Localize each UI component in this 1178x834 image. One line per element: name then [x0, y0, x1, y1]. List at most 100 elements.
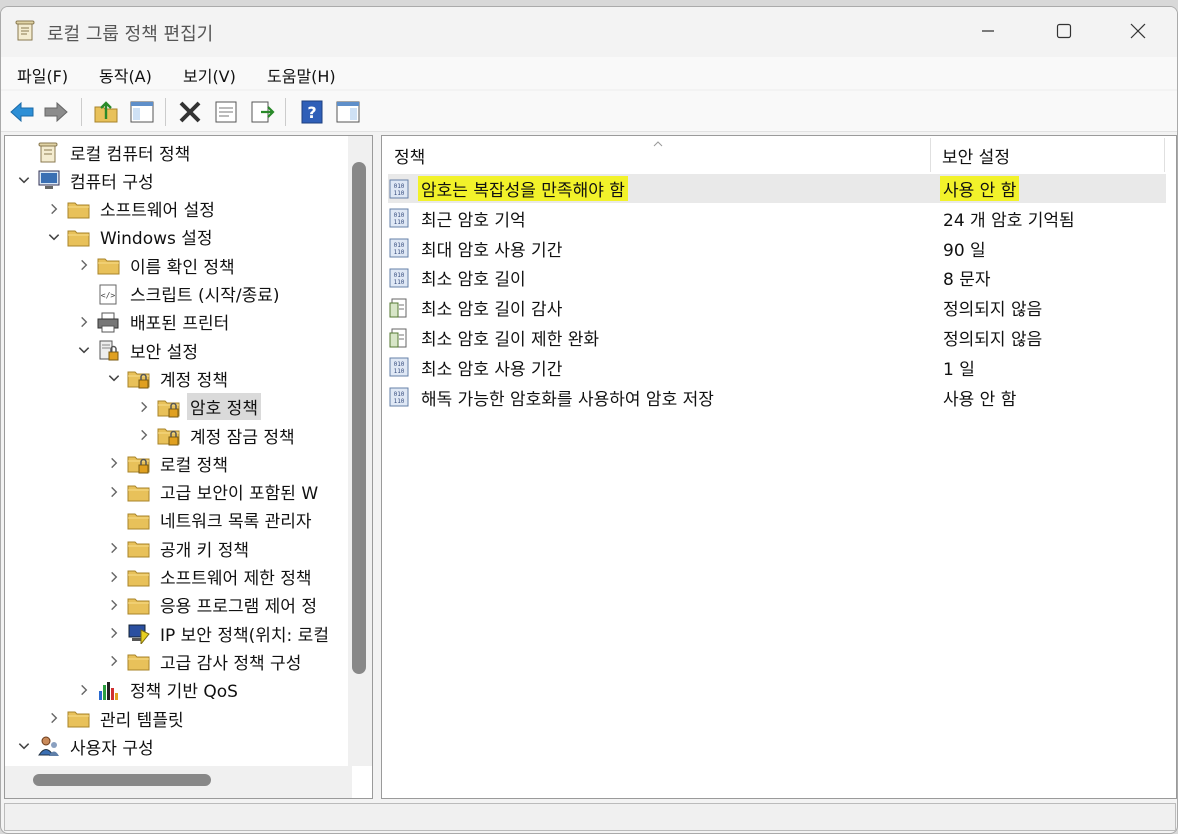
folder-icon	[97, 258, 120, 275]
details-pane: 정책 보안 설정 010 110 암호는 복잡성을 만족해야 함 사용 안 함 010 1…	[381, 135, 1177, 799]
chevron-right-icon[interactable]	[75, 683, 93, 697]
tree-item[interactable]: 소프트웨어 설정	[45, 195, 218, 223]
minimize-button[interactable]	[965, 15, 1011, 47]
chevron-down-icon[interactable]	[75, 343, 93, 357]
tree-item[interactable]: 고급 보안이 포함된 W	[105, 478, 321, 506]
tree-item[interactable]: 소프트웨어 제한 정책	[105, 563, 315, 591]
policy-row[interactable]: 010 110 암호는 복잡성을 만족해야 함 사용 안 함	[388, 174, 1166, 203]
qos-chart-icon	[99, 681, 118, 700]
policy-binary-icon: 010110	[389, 179, 409, 198]
svg-text:110: 110	[394, 398, 405, 405]
tree-item[interactable]: 응용 프로그램 제어 정	[105, 591, 320, 619]
chevron-right-icon[interactable]	[105, 654, 123, 668]
column-header-policy[interactable]: 정책	[394, 136, 425, 174]
tree-item[interactable]: 사용자 구성	[15, 732, 157, 760]
folder-icon	[67, 202, 90, 219]
chevron-right-icon[interactable]	[105, 598, 123, 612]
tree-item[interactable]: 공개 키 정책	[105, 534, 252, 562]
column-divider[interactable]	[930, 138, 931, 172]
chevron-right-icon[interactable]	[135, 400, 153, 414]
tree-item[interactable]: 관리 템플릿	[45, 704, 187, 732]
tree-item[interactable]: 고급 감사 정책 구성	[105, 647, 304, 675]
tree-item-label: 계정 잠금 정책	[190, 427, 295, 448]
maximize-icon	[1056, 23, 1072, 39]
menu-help[interactable]: 도움말(H)	[267, 63, 336, 87]
tree-item-label: 스크립트 (시작/종료)	[130, 286, 280, 306]
tree-item[interactable]: </> 스크립트 (시작/종료)	[75, 280, 283, 308]
folder-icon	[127, 513, 150, 530]
computer-icon	[38, 170, 60, 190]
maximize-button[interactable]	[1041, 15, 1087, 47]
chevron-down-icon[interactable]	[105, 371, 123, 385]
tree-item[interactable]: IP 보안 정책(위치: 로컬	[105, 619, 332, 647]
properties-icon[interactable]	[213, 99, 239, 125]
show-hide-tree-icon[interactable]	[129, 99, 155, 125]
tree-item[interactable]: Windows 설정	[45, 223, 216, 251]
tree-item-label: 컴퓨터 구성	[70, 172, 154, 193]
menu-file[interactable]: 파일(F)	[17, 63, 68, 87]
tree-item-label: 배포된 프린터	[130, 314, 230, 335]
chevron-right-icon[interactable]	[135, 428, 153, 442]
tree-item[interactable]: 컴퓨터 구성	[15, 166, 157, 194]
help-icon[interactable]: ?	[299, 99, 325, 125]
policy-row[interactable]: 010 110 해독 가능한 암호화를 사용하여 암호 저장 사용 안 함	[388, 383, 1166, 412]
back-arrow-icon[interactable]	[9, 99, 35, 125]
policy-name: 최근 암호 기억	[421, 210, 526, 231]
tree-item[interactable]: 네트워크 목록 관리자	[105, 506, 315, 534]
policy-row[interactable]: 최소 암호 길이 제한 완화 정의되지 않음	[388, 323, 1166, 352]
policy-document-icon	[389, 298, 407, 318]
column-header-security-setting[interactable]: 보안 설정	[942, 136, 1010, 174]
tree-item[interactable]: 배포된 프린터	[75, 308, 232, 336]
up-folder-icon[interactable]	[93, 99, 119, 125]
tree-item[interactable]: 이름 확인 정책	[75, 251, 238, 279]
tree-item[interactable]: 정책 기반 QoS	[75, 676, 241, 704]
chevron-down-icon[interactable]	[15, 739, 33, 753]
tree-item-label: 응용 프로그램 제어 정	[160, 597, 317, 618]
vertical-scrollbar-thumb[interactable]	[352, 162, 366, 674]
chevron-right-icon[interactable]	[45, 711, 63, 725]
title-bar: 로컬 그룹 정책 편집기	[1, 7, 1177, 53]
user-icon	[38, 736, 59, 757]
chevron-right-icon[interactable]	[105, 570, 123, 584]
tree-item[interactable]: 계정 잠금 정책	[135, 421, 298, 449]
chevron-right-icon[interactable]	[105, 626, 123, 640]
delete-icon[interactable]	[177, 99, 203, 125]
chevron-right-icon[interactable]	[75, 315, 93, 329]
ip-security-icon	[128, 624, 150, 645]
policy-row[interactable]: 010 110 최근 암호 기억 24 개 암호 기억됨	[388, 204, 1166, 233]
policy-name: 최소 암호 길이 감사	[421, 300, 563, 321]
chevron-right-icon[interactable]	[105, 541, 123, 555]
tree-item[interactable]: 보안 설정	[75, 336, 201, 364]
tree-item[interactable]: 계정 정책	[105, 364, 231, 392]
show-hide-action-pane-icon[interactable]	[335, 99, 361, 125]
tree-item[interactable]: 암호 정책	[135, 393, 261, 421]
policy-row[interactable]: 010 110 최대 암호 사용 기간 90 일	[388, 234, 1166, 263]
chevron-down-icon[interactable]	[45, 230, 63, 244]
chevron-right-icon[interactable]	[75, 258, 93, 272]
policy-row[interactable]: 010 110 최소 암호 길이 8 문자	[388, 263, 1166, 292]
toolbar-separator	[81, 98, 82, 126]
forward-arrow-icon[interactable]	[43, 99, 69, 125]
tree-item[interactable]: 로컬 컴퓨터 정책	[15, 138, 193, 166]
tree-item-label: Windows 설정	[100, 229, 213, 250]
policy-row[interactable]: 010 110 최소 암호 사용 기간 1 일	[388, 353, 1166, 382]
tree-item[interactable]: 로컬 정책	[105, 449, 231, 477]
policy-binary-icon: 010110	[389, 357, 409, 377]
chevron-right-icon[interactable]	[105, 485, 123, 499]
chevron-right-icon[interactable]	[45, 202, 63, 216]
export-list-icon[interactable]	[249, 99, 275, 125]
chevron-down-icon[interactable]	[15, 173, 33, 187]
svg-text:110: 110	[394, 279, 405, 286]
column-divider[interactable]	[1164, 138, 1165, 172]
policy-setting-value: 8 문자	[943, 270, 991, 291]
tree-item-label: 소프트웨어 설정	[100, 201, 215, 222]
policy-setting-value: 정의되지 않음	[943, 300, 1043, 321]
horizontal-scrollbar-thumb[interactable]	[33, 774, 211, 786]
menu-view[interactable]: 보기(V)	[183, 63, 236, 87]
policy-row[interactable]: 최소 암호 길이 감사 정의되지 않음	[388, 293, 1166, 322]
folder-icon	[67, 711, 90, 728]
console-tree-pane[interactable]: 로컬 컴퓨터 정책컴퓨터 구성소프트웨어 설정 Windows 설정 이름 확인 정…	[4, 135, 373, 799]
menu-action[interactable]: 동작(A)	[99, 63, 152, 87]
chevron-right-icon[interactable]	[105, 456, 123, 470]
close-button[interactable]	[1115, 15, 1161, 47]
